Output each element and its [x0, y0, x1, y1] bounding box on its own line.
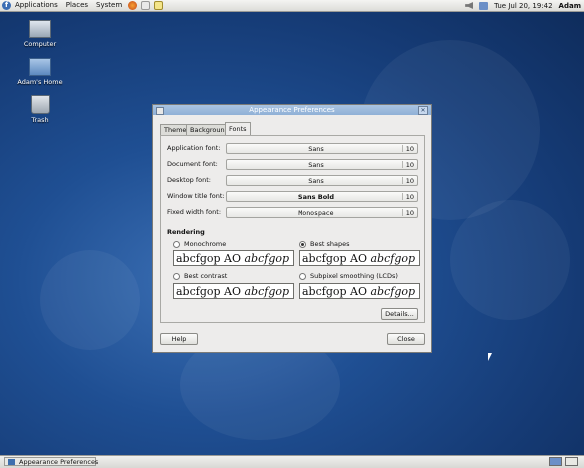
radio-label: Best shapes	[310, 240, 350, 248]
workspace-1[interactable]	[549, 457, 562, 466]
fedora-logo-icon[interactable]: f	[2, 1, 11, 10]
appearance-icon	[8, 459, 15, 465]
fixed-width-font-button[interactable]: Monospace 10	[226, 207, 418, 218]
font-name: Sans	[308, 161, 324, 169]
document-font-label: Document font:	[167, 160, 218, 168]
desktop-font-label: Desktop font:	[167, 176, 211, 184]
desktop-icon-home[interactable]: Adam's Home	[10, 58, 70, 86]
tab-fonts[interactable]: Fonts	[225, 122, 251, 136]
rendering-option-monochrome[interactable]: Monochrome	[173, 240, 226, 248]
fixed-width-font-label: Fixed width font:	[167, 208, 222, 216]
font-size: 10	[405, 193, 414, 201]
taskbar-appearance-preferences[interactable]: Appearance Preferences	[4, 457, 99, 466]
font-size: 10	[405, 145, 414, 153]
window-titlebar[interactable]: Appearance Preferences ✕	[153, 105, 431, 115]
desktop-icon-label: Adam's Home	[17, 78, 63, 86]
application-font-button[interactable]: Sans 10	[226, 143, 418, 154]
rendering-option-subpixel[interactable]: Subpixel smoothing (LCDs)	[299, 272, 398, 280]
bottom-panel: Appearance Preferences	[0, 455, 584, 468]
computer-icon	[29, 20, 51, 38]
window-title-font-button[interactable]: Sans Bold 10	[226, 191, 418, 202]
desktop-icon-label: Trash	[31, 116, 49, 124]
radio-label: Monochrome	[184, 240, 227, 248]
menu-system[interactable]: System	[92, 0, 126, 11]
desktop-font-button[interactable]: Sans 10	[226, 175, 418, 186]
rendering-option-best-contrast[interactable]: Best contrast	[173, 272, 227, 280]
font-size: 10	[405, 177, 414, 185]
font-size: 10	[405, 209, 414, 217]
notes-icon[interactable]	[154, 1, 164, 10]
menu-applications[interactable]: Applications	[11, 0, 62, 11]
firefox-icon[interactable]	[128, 1, 138, 10]
help-button[interactable]: Help	[160, 333, 198, 345]
radio-button[interactable]	[299, 240, 306, 248]
details-button[interactable]: Details...	[381, 308, 418, 320]
radio-label: Subpixel smoothing (LCDs)	[310, 272, 398, 280]
wallpaper-bubble	[450, 200, 570, 320]
sample-text-italic: abcfgop	[370, 252, 416, 265]
font-name: Monospace	[298, 209, 334, 217]
sample-text: abcfgop AO	[302, 252, 371, 265]
clock[interactable]: Tue Jul 20, 19:42	[494, 2, 552, 10]
fonts-panel: Application font: Sans 10 Document font:…	[160, 135, 425, 323]
desktop-icon-computer[interactable]: Computer	[10, 20, 70, 48]
font-name: Sans Bold	[297, 193, 335, 201]
separator	[402, 193, 403, 200]
rendering-heading: Rendering	[167, 228, 205, 236]
window-close-icon[interactable]: ✕	[418, 106, 428, 115]
close-button[interactable]: Close	[387, 333, 425, 345]
sample-text: abcfgop AO	[176, 285, 245, 298]
sample-text: abcfgop AO	[176, 252, 245, 265]
radio-button[interactable]	[173, 240, 180, 248]
separator	[402, 145, 403, 152]
radio-button[interactable]	[299, 272, 306, 280]
mail-icon[interactable]	[141, 1, 151, 10]
application-font-label: Application font:	[167, 144, 221, 152]
font-name: Sans	[308, 145, 324, 153]
window-title: Appearance Preferences	[249, 106, 335, 114]
sample-text-italic: abcfgop	[244, 252, 290, 265]
monochrome-sample[interactable]: abcfgop AO abcfgop	[173, 250, 294, 266]
window-title-font-label: Window title font:	[167, 192, 225, 200]
sample-text-italic: abcfgop	[244, 285, 290, 298]
window-menu-icon[interactable]	[156, 107, 164, 115]
separator	[402, 209, 403, 216]
top-panel: f Applications Places System Tue Jul 20,…	[0, 0, 584, 12]
separator	[402, 161, 403, 168]
subpixel-sample[interactable]: abcfgop AO abcfgop	[299, 283, 420, 299]
taskbar-label: Appearance Preferences	[19, 458, 99, 466]
network-icon[interactable]	[479, 1, 489, 10]
appearance-preferences-window: Appearance Preferences ✕ Theme Backgroun…	[152, 104, 432, 353]
separator	[402, 177, 403, 184]
font-name: Sans	[308, 177, 324, 185]
rendering-option-best-shapes[interactable]: Best shapes	[299, 240, 349, 248]
user-menu[interactable]: Adam	[559, 2, 581, 10]
desktop-icon-trash[interactable]: Trash	[10, 95, 70, 124]
trash-icon	[30, 95, 50, 114]
radio-label: Best contrast	[184, 272, 228, 280]
best-shapes-sample[interactable]: abcfgop AO abcfgop	[299, 250, 420, 266]
document-font-button[interactable]: Sans 10	[226, 159, 418, 170]
mouse-cursor-icon	[488, 353, 492, 361]
sample-text: abcfgop AO	[302, 285, 371, 298]
radio-button[interactable]	[173, 272, 180, 280]
menu-places[interactable]: Places	[62, 0, 92, 11]
volume-icon[interactable]	[465, 2, 474, 9]
sample-text-italic: abcfgop	[370, 285, 416, 298]
workspace-2[interactable]	[565, 457, 578, 466]
desktop-icon-label: Computer	[23, 40, 57, 48]
wallpaper-bubble	[40, 250, 140, 350]
font-size: 10	[405, 161, 414, 169]
best-contrast-sample[interactable]: abcfgop AO abcfgop	[173, 283, 294, 299]
home-folder-icon	[29, 58, 51, 76]
